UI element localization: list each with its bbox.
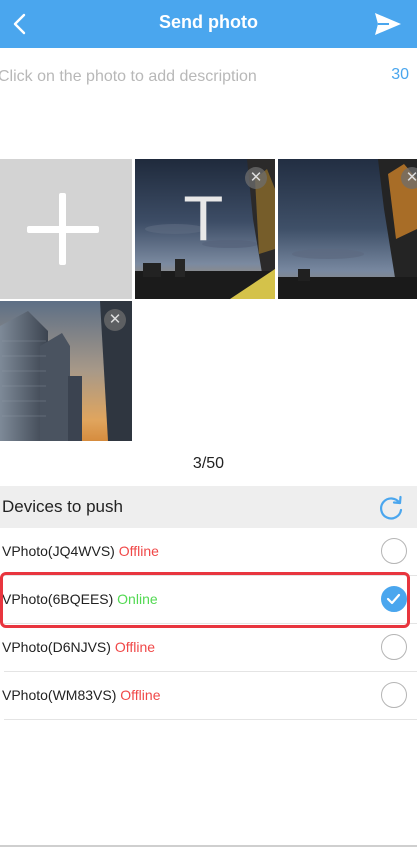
device-status: Offline xyxy=(120,687,161,703)
device-radio[interactable] xyxy=(381,634,407,660)
plus-icon-bar xyxy=(27,226,99,233)
text-overlay-icon: T xyxy=(185,185,222,255)
refresh-icon[interactable] xyxy=(377,494,405,522)
devices-section-header: Devices to push xyxy=(0,486,417,528)
add-photo-button[interactable] xyxy=(0,159,132,299)
device-radio-checked[interactable] xyxy=(381,586,407,612)
page-title: Send photo xyxy=(159,12,258,32)
close-icon[interactable]: ✕ xyxy=(401,167,417,189)
device-radio[interactable] xyxy=(381,538,407,564)
device-row[interactable]: VPhoto(D6NJVS) Offline xyxy=(0,624,417,672)
device-label: VPhoto(WM83VS) Offline xyxy=(2,687,160,703)
photo-thumbnail[interactable]: T ✕ xyxy=(135,159,275,299)
device-label: VPhoto(6BQEES) Online xyxy=(2,591,158,607)
close-icon[interactable]: ✕ xyxy=(245,167,267,189)
check-icon xyxy=(386,593,401,605)
device-label: VPhoto(D6NJVS) Offline xyxy=(2,639,155,655)
device-status: Offline xyxy=(118,543,159,559)
divider xyxy=(4,719,417,720)
device-name: VPhoto(6BQEES) xyxy=(2,591,114,607)
device-row[interactable]: VPhoto(WM83VS) Offline xyxy=(0,672,417,720)
description-placeholder: Click on the photo to add description xyxy=(0,68,257,85)
device-row[interactable]: VPhoto(JQ4WVS) Offline xyxy=(0,528,417,576)
paper-plane-icon[interactable] xyxy=(373,10,403,38)
close-icon[interactable]: ✕ xyxy=(104,309,126,331)
photo-thumbnail[interactable]: ✕ xyxy=(0,301,132,441)
description-input[interactable]: Click on the photo to add description 30 xyxy=(0,48,417,158)
device-label: VPhoto(JQ4WVS) Offline xyxy=(2,543,159,559)
device-radio[interactable] xyxy=(381,682,407,708)
device-status: Online xyxy=(117,591,158,607)
device-status: Offline xyxy=(114,639,156,655)
device-row[interactable]: VPhoto(6BQEES) Online xyxy=(0,576,417,624)
device-name: VPhoto(WM83VS) xyxy=(2,687,117,703)
photo-thumbnail[interactable]: ✕ xyxy=(278,159,417,299)
photo-grid: T ✕ ✕ ✕ xyxy=(0,159,417,441)
device-name: VPhoto(D6NJVS) xyxy=(2,639,111,655)
character-counter: 30 xyxy=(391,66,409,83)
top-bar: Send photo xyxy=(0,0,417,48)
device-name: VPhoto(JQ4WVS) xyxy=(2,543,115,559)
photo-count: 3/50 xyxy=(192,455,225,472)
devices-title: Devices to push xyxy=(2,497,123,516)
